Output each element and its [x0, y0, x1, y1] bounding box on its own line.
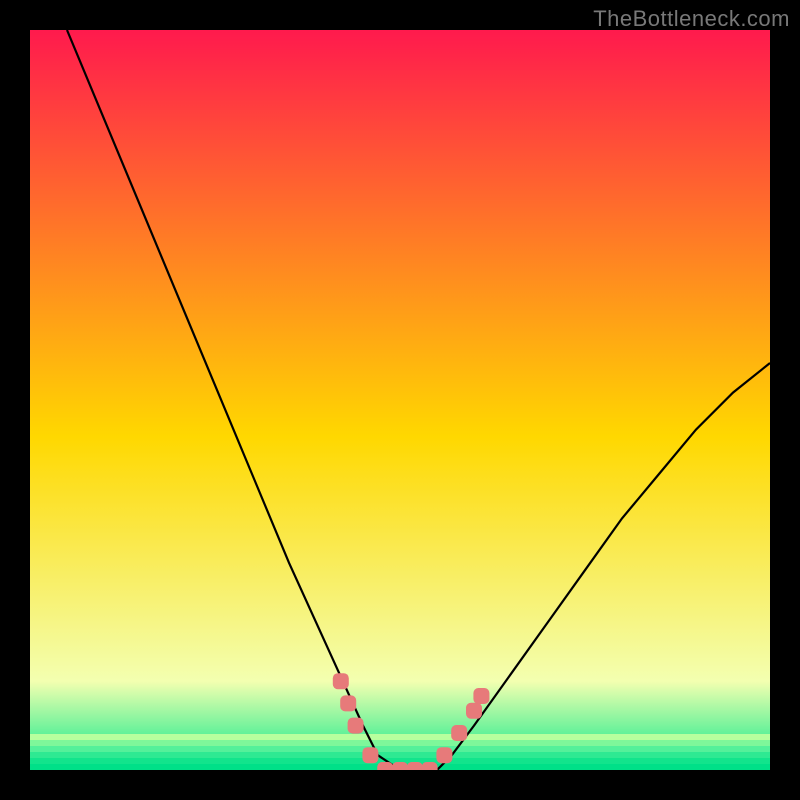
highlight-marker	[348, 718, 364, 734]
highlight-marker	[340, 695, 356, 711]
highlight-marker	[436, 747, 452, 763]
bottleneck-chart	[0, 0, 800, 800]
attribution-label: TheBottleneck.com	[593, 6, 790, 32]
plot-background	[30, 30, 770, 770]
highlight-marker	[466, 703, 482, 719]
highlight-marker	[451, 725, 467, 741]
chart-container: TheBottleneck.com	[0, 0, 800, 800]
highlight-marker	[473, 688, 489, 704]
highlight-marker	[362, 747, 378, 763]
highlight-marker	[333, 673, 349, 689]
